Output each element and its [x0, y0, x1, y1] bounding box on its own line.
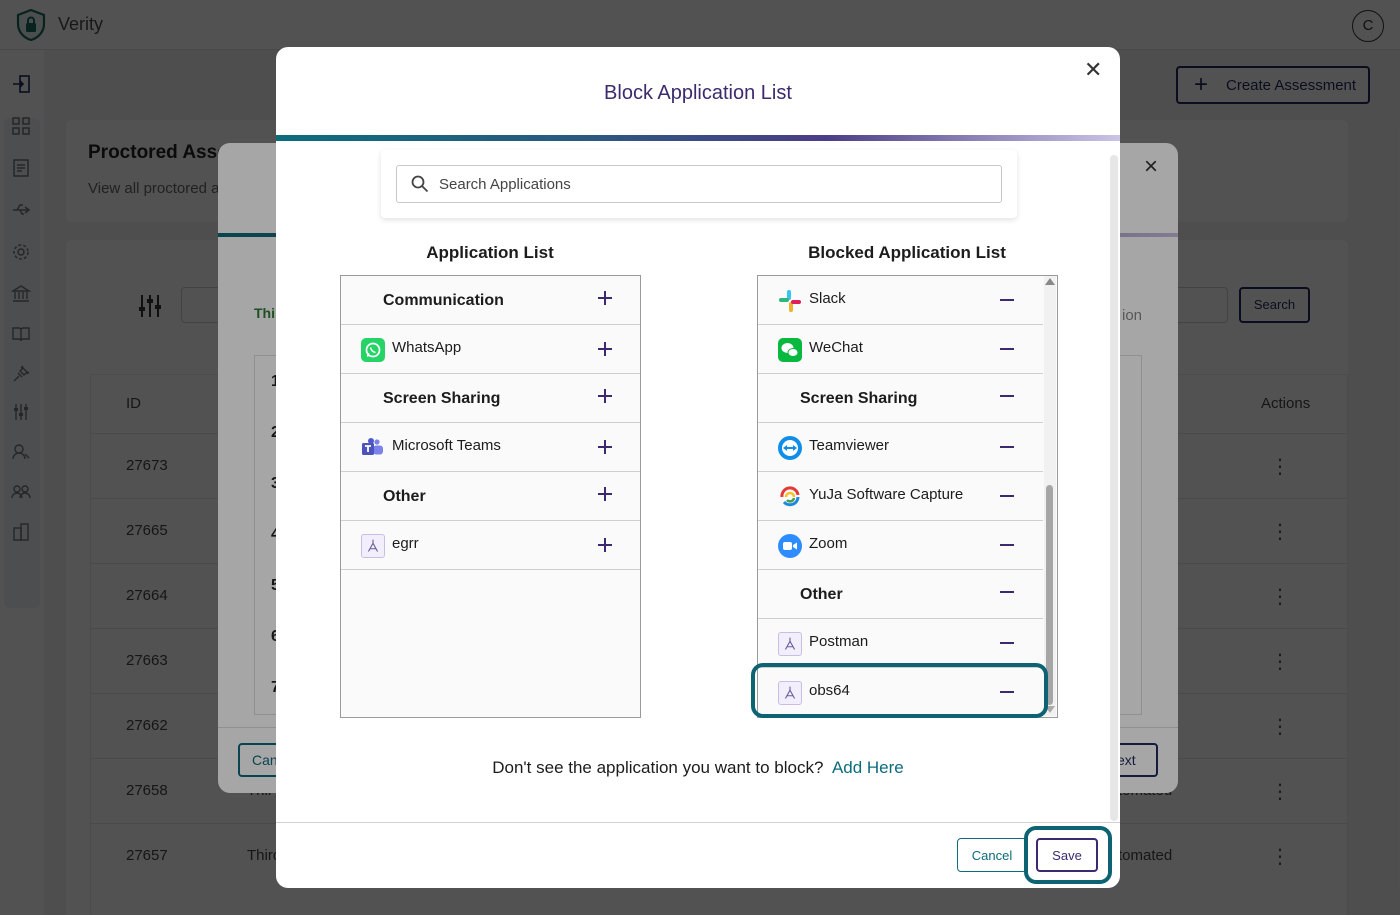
minus-icon[interactable]	[997, 535, 1017, 555]
search-card	[381, 150, 1017, 218]
category-row-screen-sharing: Screen Sharing	[341, 374, 640, 423]
minus-icon[interactable]	[997, 339, 1017, 359]
application-list-panel[interactable]: Communication WhatsApp Screen Sharing Mi…	[340, 275, 641, 718]
search-input[interactable]	[439, 172, 989, 196]
minus-icon[interactable]	[997, 633, 1017, 653]
blocked-row-yuja: YuJa Software Capture	[758, 472, 1043, 521]
minus-icon[interactable]	[997, 486, 1017, 506]
teamviewer-icon	[778, 436, 802, 460]
blocked-row-slack: Slack	[758, 276, 1043, 325]
add-application-prompt: Don't see the application you want to bl…	[492, 758, 904, 777]
plus-icon[interactable]	[595, 437, 615, 457]
yuja-icon	[780, 486, 800, 507]
plus-icon[interactable]	[595, 288, 615, 308]
app-row-egrr: egrr	[341, 521, 640, 570]
generic-app-icon	[778, 632, 802, 656]
category-row-other: Other	[341, 472, 640, 521]
zoom-icon	[778, 534, 802, 558]
plus-icon[interactable]	[595, 386, 615, 406]
obs64-highlight-outline	[751, 663, 1048, 718]
category-row-communication: Communication	[341, 276, 640, 325]
app-row-microsoft-teams: Microsoft Teams	[341, 423, 640, 472]
slack-icon	[779, 290, 801, 312]
blocked-category-row-other: Other	[758, 570, 1043, 619]
app-row-whatsapp: WhatsApp	[341, 325, 640, 374]
whatsapp-icon	[361, 338, 385, 362]
blocked-list-title: Blocked Application List	[808, 243, 1006, 262]
plus-icon[interactable]	[595, 484, 615, 504]
close-icon[interactable]: ✕	[1084, 57, 1102, 83]
save-highlight-outline	[1024, 826, 1112, 884]
modal-title: Block Application List	[604, 82, 792, 104]
blocked-list-scrollbar[interactable]	[1044, 276, 1056, 716]
add-here-link[interactable]: Add Here	[832, 758, 904, 777]
plus-icon[interactable]	[595, 535, 615, 555]
cancel-button[interactable]: Cancel	[957, 838, 1027, 872]
blocked-row-zoom: Zoom	[758, 521, 1043, 570]
modal-body-scrollbar[interactable]	[1110, 155, 1118, 821]
blocked-row-teamviewer: Teamviewer	[758, 423, 1043, 472]
minus-icon[interactable]	[997, 386, 1017, 406]
blocked-row-wechat: WeChat	[758, 325, 1043, 374]
modal-gradient-bar	[276, 135, 1120, 141]
search-icon	[411, 175, 429, 193]
scroll-up-arrow-icon[interactable]	[1045, 278, 1055, 285]
plus-icon[interactable]	[595, 339, 615, 359]
blocked-list-panel[interactable]: Slack WeChat Screen Sharing Teamviewer Y…	[757, 275, 1058, 718]
search-field[interactable]	[396, 165, 1002, 203]
microsoft-teams-icon	[362, 438, 383, 455]
application-list-title: Application List	[426, 243, 554, 262]
modal-footer-divider	[276, 822, 1120, 823]
blocked-category-row-screen-sharing: Screen Sharing	[758, 374, 1043, 423]
generic-app-icon	[361, 534, 385, 558]
minus-icon[interactable]	[997, 290, 1017, 310]
blocked-row-postman: Postman	[758, 619, 1043, 668]
minus-icon[interactable]	[997, 582, 1017, 602]
block-application-modal: Block Application List ✕ Application Lis…	[276, 47, 1120, 888]
minus-icon[interactable]	[997, 437, 1017, 457]
wechat-icon	[778, 338, 802, 362]
